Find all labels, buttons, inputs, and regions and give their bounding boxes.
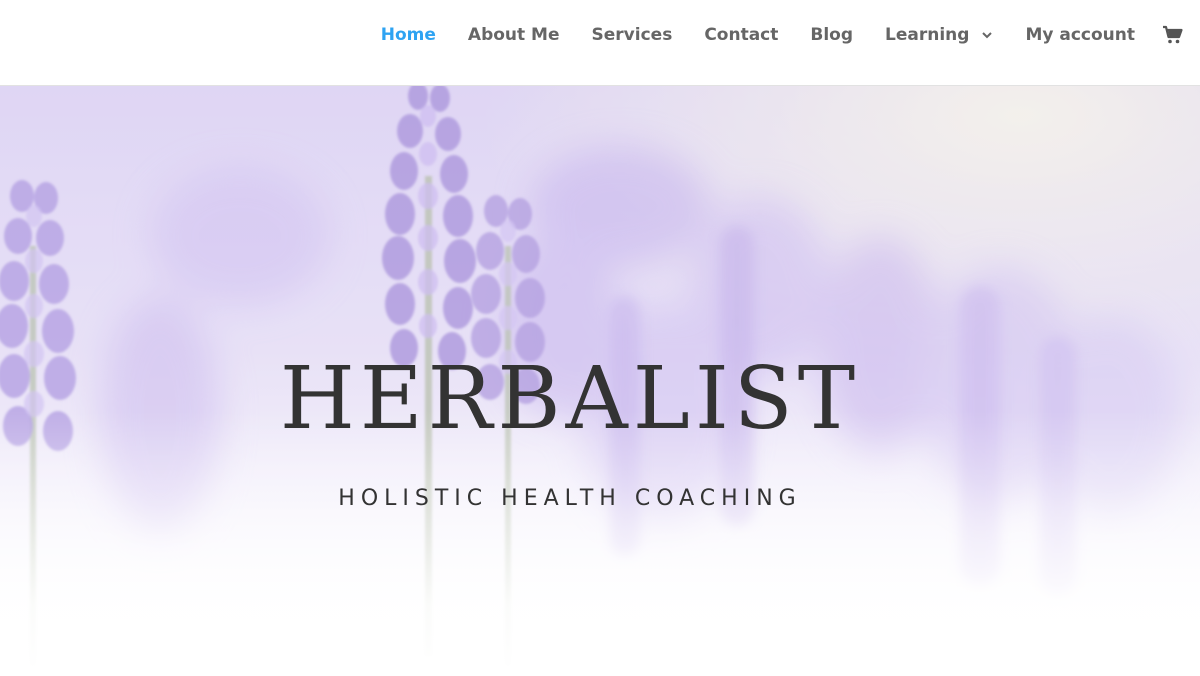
shopping-cart-icon[interactable]: [1162, 25, 1184, 45]
nav-services[interactable]: Services: [592, 22, 673, 48]
nav-about-me[interactable]: About Me: [468, 22, 560, 48]
nav-blog[interactable]: Blog: [810, 22, 853, 48]
nav-my-account[interactable]: My account: [1025, 22, 1135, 48]
chevron-down-icon: [982, 32, 993, 39]
nav-home[interactable]: Home: [381, 22, 436, 48]
hero-section: HERBALIST HOLISTIC HEALTH COACHING: [0, 86, 1200, 676]
site-header: Home About Me Services Contact Blog Lear…: [0, 0, 1200, 86]
hero-subtitle: HOLISTIC HEALTH COACHING: [338, 486, 802, 511]
hero-title: HERBALIST: [279, 349, 861, 449]
nav-learning-label: Learning: [885, 25, 970, 45]
nav-contact[interactable]: Contact: [704, 22, 778, 48]
main-nav: Home About Me Services Contact Blog Lear…: [349, 22, 1184, 48]
nav-learning[interactable]: Learning: [885, 22, 993, 48]
